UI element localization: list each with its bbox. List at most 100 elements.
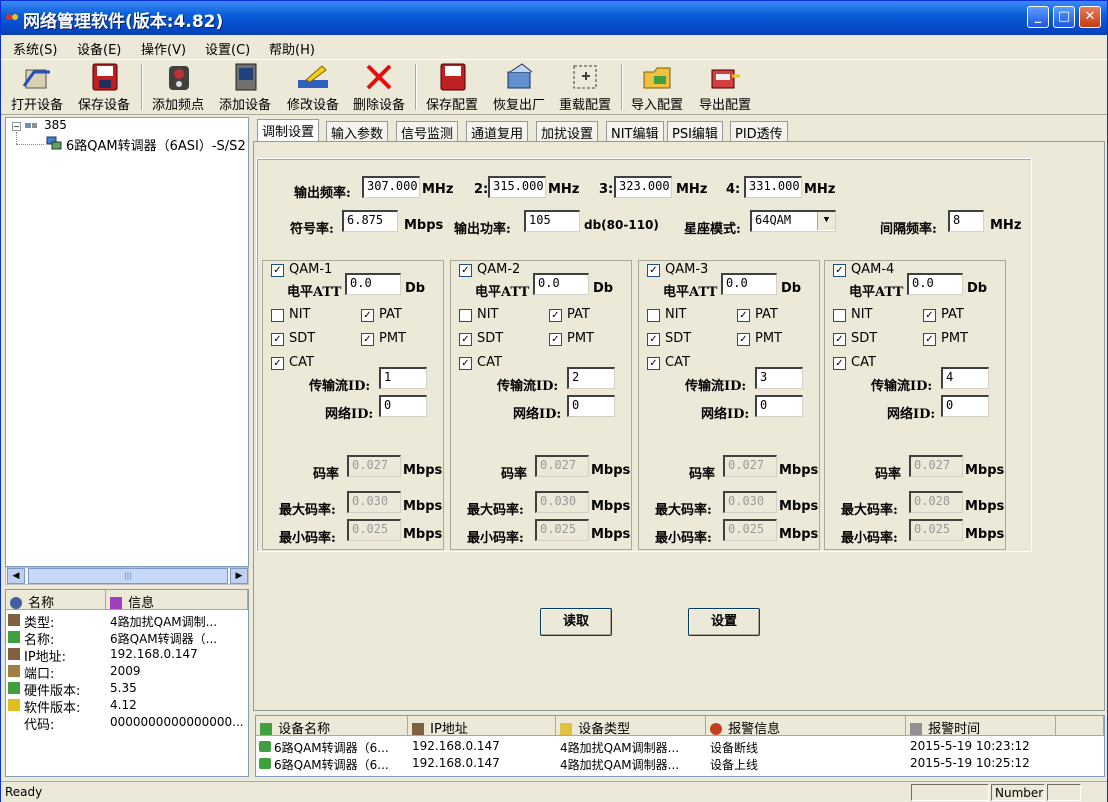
netid-input[interactable]: 0 [379,395,427,417]
prop-row[interactable]: IP地址: 192.168.0.147 [6,646,248,665]
reload-config-button[interactable]: 重载配置 [553,62,617,114]
freq-4-input[interactable]: 331.000 [744,176,802,198]
tab-nit[interactable]: NIT编辑 [606,121,664,142]
sdt-checkbox[interactable]: ✓ [271,333,284,346]
add-device-button[interactable]: 添加设备 [213,62,277,114]
tab-monitor[interactable]: 信号监测 [396,121,459,142]
tsid-input[interactable]: 2 [567,367,615,389]
minimize-button[interactable]: _ [1027,6,1049,28]
log-header-type[interactable]: 设备类型 [556,716,706,737]
att-input[interactable]: 0.0 [533,273,589,295]
qam-enable-checkbox[interactable]: ✓ [271,264,284,277]
menu-system[interactable]: 系统(S) [13,39,57,58]
pmt-checkbox[interactable]: ✓ [549,333,562,346]
freq-2-input[interactable]: 315.000 [488,176,546,198]
read-button[interactable]: 读取 [540,608,612,636]
save-device-button[interactable]: 保存设备 [71,62,137,114]
sdt-checkbox[interactable]: ✓ [459,333,472,346]
sdt-checkbox[interactable]: ✓ [647,333,660,346]
tree-device-label[interactable]: 6路QAM转调器（6ASI）-S/S2 [66,135,248,154]
log-header-ip[interactable]: IP地址 [408,716,556,737]
freq-3-input[interactable]: 323.000 [614,176,672,198]
delete-device-button[interactable]: 删除设备 [347,62,411,114]
netid-input[interactable]: 0 [567,395,615,417]
cat-checkbox[interactable]: ✓ [271,357,284,370]
prop-value: 5.35 [110,681,137,695]
scroll-thumb[interactable]: ||| [28,568,228,584]
tab-input[interactable]: 输入参数 [326,121,389,142]
pat-checkbox[interactable]: ✓ [549,309,562,322]
prop-header-name[interactable]: 名称 [6,590,106,611]
pat-checkbox[interactable]: ✓ [361,309,374,322]
chevron-down-icon[interactable]: ▼ [817,212,835,230]
qam-enable-checkbox[interactable]: ✓ [647,264,660,277]
prop-row[interactable]: 类型: 4路加扰QAM调制... [6,612,248,631]
log-header-time[interactable]: 报警时间 [906,716,1056,737]
nit-checkbox[interactable] [833,309,846,322]
add-freq-button[interactable]: 添加频点 [145,62,211,114]
tab-modulation[interactable]: 调制设置 [257,119,320,141]
prop-row[interactable]: 端口: 2009 [6,663,248,682]
save-config-button[interactable]: 保存配置 [419,62,485,114]
pat-checkbox[interactable]: ✓ [737,309,750,322]
power-input[interactable]: 105 [524,210,580,232]
log-row[interactable]: 6路QAM转调器（6... 192.168.0.147 4路加扰QAM调制器... 设… [256,755,1104,772]
scroll-left-button[interactable]: ◀ [7,568,25,584]
netid-input[interactable]: 0 [941,395,989,417]
menu-device[interactable]: 设备(E) [77,39,121,58]
tab-psi[interactable]: PSI编辑 [667,121,723,142]
att-input[interactable]: 0.0 [721,273,777,295]
title-bar[interactable]: 网络管理软件(版本:4.82) _ □ ✕ [1,1,1107,35]
menu-operation[interactable]: 操作(V) [141,39,186,58]
factory-reset-button[interactable]: 恢复出厂 [487,62,551,114]
menu-help[interactable]: 帮助(H) [269,39,315,58]
tree-root-label[interactable]: 385 [44,118,67,132]
scroll-right-button[interactable]: ▶ [230,568,248,584]
pmt-checkbox[interactable]: ✓ [923,333,936,346]
device-tree[interactable]: − 385 6路QAM转调器（6ASI）-S/S2 [5,117,249,567]
symbol-rate-input[interactable]: 6.875 [342,210,398,232]
tsid-input[interactable]: 3 [755,367,803,389]
nit-checkbox[interactable] [459,309,472,322]
qam-enable-checkbox[interactable]: ✓ [833,264,846,277]
prop-row[interactable]: 软件版本: 4.12 [6,697,248,716]
import-config-button[interactable]: 导入配置 [625,62,689,114]
log-header-alarm[interactable]: 报警信息 [706,716,906,737]
prop-header-info[interactable]: 信息 [106,590,248,611]
edit-device-button[interactable]: 修改设备 [281,62,345,114]
tab-scramble[interactable]: 加扰设置 [536,121,599,142]
log-header-device[interactable]: 设备名称 [256,716,408,737]
prop-row[interactable]: 名称: 6路QAM转调器（... [6,629,248,648]
freq-1-input[interactable]: 307.000 [362,176,420,198]
tsid-input[interactable]: 1 [379,367,427,389]
att-input[interactable]: 0.0 [907,273,963,295]
maximize-button[interactable]: □ [1053,6,1075,28]
att-input[interactable]: 0.0 [345,273,401,295]
tree-expander[interactable]: − [12,122,21,131]
netid-input[interactable]: 0 [755,395,803,417]
tab-mux[interactable]: 通道复用 [466,121,529,142]
cat-checkbox[interactable]: ✓ [647,357,660,370]
spacing-input[interactable]: 8 [948,210,984,232]
open-device-button[interactable]: 打开设备 [5,62,69,114]
pmt-checkbox[interactable]: ✓ [361,333,374,346]
pmt-checkbox[interactable]: ✓ [737,333,750,346]
log-row[interactable]: 6路QAM转调器（6... 192.168.0.147 4路加扰QAM调制器... 设… [256,738,1104,755]
constellation-select[interactable]: 64QAM ▼ [750,210,836,232]
nit-checkbox[interactable] [647,309,660,322]
nit-checkbox[interactable] [271,309,284,322]
cat-checkbox[interactable]: ✓ [459,357,472,370]
export-config-button[interactable]: 导出配置 [693,62,757,114]
sdt-checkbox[interactable]: ✓ [833,333,846,346]
cat-checkbox[interactable]: ✓ [833,357,846,370]
close-button[interactable]: ✕ [1079,6,1101,28]
set-button[interactable]: 设置 [688,608,760,636]
qam-enable-checkbox[interactable]: ✓ [459,264,472,277]
pat-checkbox[interactable]: ✓ [923,309,936,322]
tree-scrollbar[interactable]: ◀ ||| ▶ [5,567,249,585]
menu-settings[interactable]: 设置(C) [205,39,250,58]
prop-row[interactable]: 代码: 0000000000000000... [6,714,248,733]
tab-pid[interactable]: PID透传 [730,121,788,142]
prop-row[interactable]: 硬件版本: 5.35 [6,680,248,699]
tsid-input[interactable]: 4 [941,367,989,389]
